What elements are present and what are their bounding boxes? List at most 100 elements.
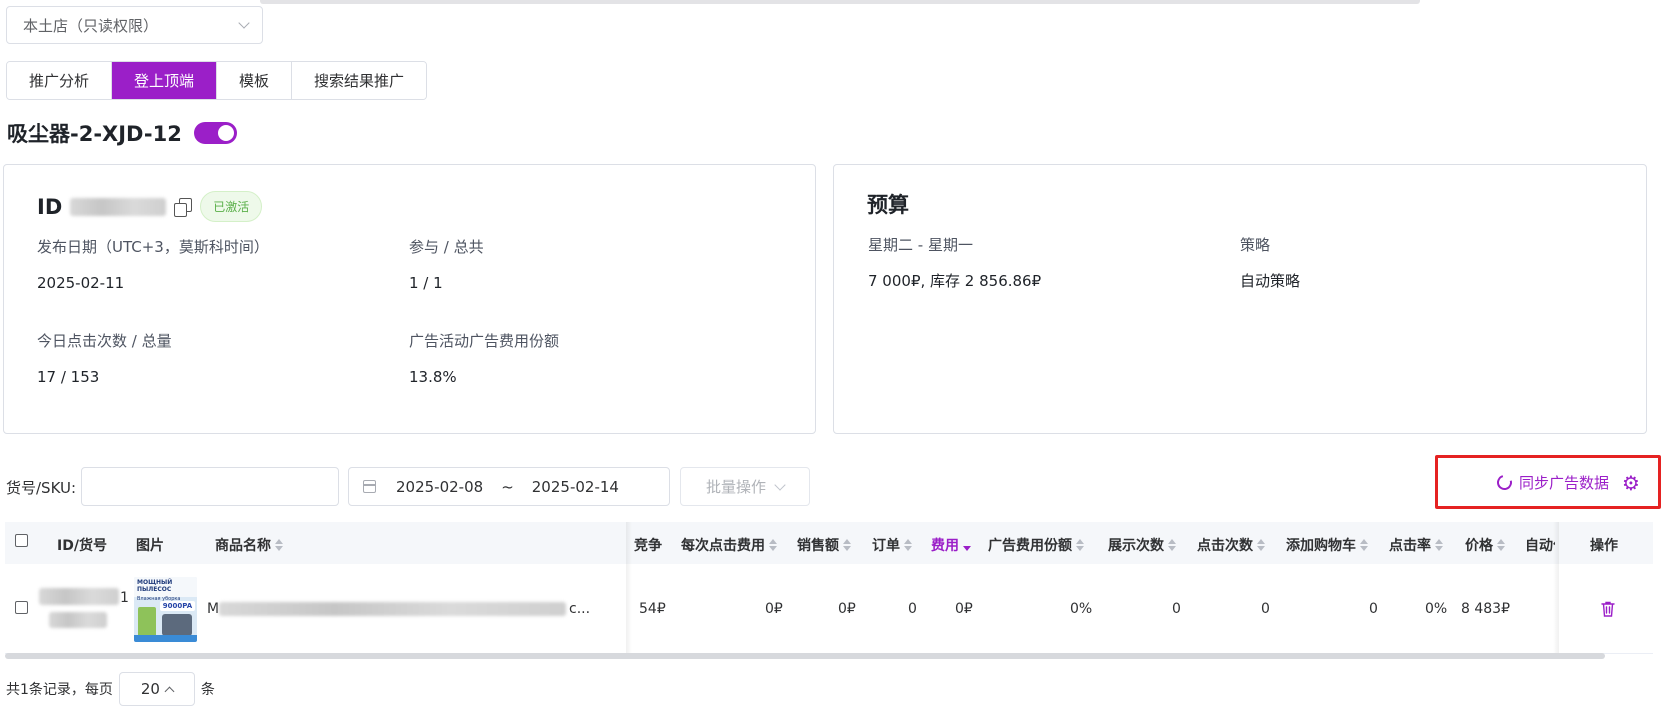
col-auto-label: 自动化 — [1525, 538, 1555, 554]
col-id-label: ID/货号 — [57, 538, 107, 554]
sort-icon[interactable] — [769, 539, 777, 551]
gear-icon[interactable]: ⚙ — [1622, 473, 1640, 493]
page-size-select[interactable]: 20 — [118, 672, 195, 706]
sync-ad-data-label: 同步广告数据 — [1519, 474, 1610, 492]
batch-actions-button[interactable]: 批量操作 — [680, 467, 810, 506]
page-size-value: 20 — [140, 680, 160, 698]
redacted-campaign-id — [70, 197, 167, 216]
clicks-value: 17 / 153 — [37, 368, 100, 386]
col-cost[interactable]: 费用 — [931, 535, 971, 555]
copy-icon[interactable] — [174, 197, 193, 217]
sort-icon[interactable] — [1497, 539, 1505, 551]
select-all-checkbox[interactable] — [15, 534, 28, 547]
col-impressions[interactable]: 展示次数 — [1108, 535, 1176, 555]
col-ctr[interactable]: 点击率 — [1389, 535, 1443, 555]
product-image-footer — [134, 635, 197, 642]
redacted-product-name — [219, 602, 566, 616]
campaign-info-card: ID 已激活 发布日期（UTC+3，莫斯科时间） 2025-02-11 参与 /… — [3, 164, 816, 434]
participation-label: 参与 / 总共 — [409, 238, 484, 256]
tab-top-placement[interactable]: 登上顶端 — [112, 62, 218, 99]
col-price-label: 价格 — [1465, 538, 1493, 554]
strategy-label: 策略 — [1240, 236, 1271, 254]
campaign-id-row: ID 已激活 — [37, 191, 263, 222]
batch-actions-label: 批量操作 — [705, 478, 766, 496]
col-image: 图片 — [136, 535, 164, 555]
table-horizontal-scrollbar[interactable] — [5, 653, 1605, 659]
top-scrollbar[interactable] — [260, 0, 1420, 4]
sort-icon[interactable] — [275, 539, 283, 551]
store-select[interactable]: 本土店（只读权限） — [6, 6, 263, 44]
cell-price: 8 483₽ — [1461, 601, 1510, 617]
campaign-title: 吸尘器-2-XJD-12 — [7, 122, 182, 146]
col-price[interactable]: 价格 — [1465, 535, 1505, 555]
sort-icon[interactable] — [904, 539, 912, 551]
col-name[interactable]: 商品名称 — [215, 535, 283, 555]
col-cpc-label: 每次点击费用 — [681, 538, 765, 554]
redacted-product-sku — [49, 612, 107, 628]
cell-add-to-cart: 0 — [1369, 601, 1378, 617]
delete-icon[interactable] — [1601, 601, 1615, 617]
product-image[interactable]: МОЩНЫЙ ПЫЛЕСОС Влажная уборка 9000PA — [134, 577, 197, 642]
sort-icon[interactable] — [1168, 539, 1176, 551]
sort-icon[interactable] — [843, 539, 851, 551]
ad-cost-share-value: 13.8% — [409, 368, 457, 386]
sort-icon[interactable] — [1435, 539, 1443, 551]
col-add-to-cart[interactable]: 添加购物车 — [1286, 535, 1368, 555]
row-checkbox[interactable] — [15, 601, 28, 614]
col-auto: 自动化 — [1525, 535, 1555, 555]
table-header: ID/货号 图片 商品名称 竞争 每次点击费用 销售额 订单 费用 广告费用份额… — [5, 522, 1653, 564]
fixed-columns-shadow-right — [1553, 522, 1559, 654]
products-table: ID/货号 图片 商品名称 竞争 每次点击费用 销售额 订单 费用 广告费用份额… — [5, 522, 1653, 662]
chevron-up-icon — [164, 686, 175, 696]
col-cpc[interactable]: 每次点击费用 — [681, 535, 777, 555]
sku-input[interactable] — [81, 467, 339, 506]
tab-templates[interactable]: 模板 — [217, 62, 293, 99]
product-name-suffix[interactable]: c... — [569, 601, 590, 617]
status-badge: 已激活 — [200, 191, 263, 222]
tab-search-promotion[interactable]: 搜索结果推广 — [292, 62, 427, 99]
product-image-feature-strip — [138, 607, 156, 637]
calendar-icon — [363, 480, 376, 493]
campaign-enable-toggle[interactable] — [193, 122, 237, 144]
pagination: 共1条记录，每页 20 条 — [6, 672, 215, 706]
publish-date-value: 2025-02-11 — [37, 274, 125, 292]
col-sales[interactable]: 销售额 — [797, 535, 851, 555]
cell-competition: 54₽ — [639, 601, 666, 617]
publish-date-label: 发布日期（UTC+3，莫斯科时间） — [37, 238, 269, 256]
product-name-prefix[interactable]: M — [207, 601, 219, 617]
col-actions-label: 操作 — [1590, 538, 1618, 554]
redacted-product-id — [39, 588, 119, 605]
product-image-badge: 9000PA — [160, 601, 195, 611]
strategy-value: 自动策略 — [1240, 272, 1301, 290]
col-cost-share[interactable]: 广告费用份额 — [988, 535, 1084, 555]
date-range-picker[interactable]: 2025-02-08 ~ 2025-02-14 — [348, 467, 670, 506]
col-orders[interactable]: 订单 — [872, 535, 912, 555]
cell-cpc: 0₽ — [765, 601, 783, 617]
date-to[interactable]: 2025-02-14 — [532, 478, 619, 496]
col-add-to-cart-label: 添加购物车 — [1286, 538, 1356, 554]
tab-promotion-analysis[interactable]: 推广分析 — [7, 62, 113, 99]
budget-period-label: 星期二 - 星期一 — [868, 236, 973, 254]
col-image-label: 图片 — [136, 538, 164, 554]
col-cost-share-label: 广告费用份额 — [988, 538, 1072, 554]
sort-icon[interactable] — [1360, 539, 1368, 551]
sort-icon[interactable] — [1076, 539, 1084, 551]
sync-ad-data-button[interactable]: 同步广告数据 ⚙ — [1494, 472, 1640, 493]
date-from[interactable]: 2025-02-08 — [396, 478, 483, 496]
sort-icon[interactable] — [1257, 539, 1265, 551]
cell-orders: 0 — [908, 601, 917, 617]
cell-clicks: 0 — [1261, 601, 1270, 617]
campaign-header: 吸尘器-2-XJD-12 — [7, 118, 237, 148]
ad-cost-share-label: 广告活动广告费用份额 — [409, 332, 560, 350]
col-cost-label: 费用 — [931, 538, 959, 554]
product-image-vacuum — [162, 614, 192, 636]
table-row: 1 МОЩНЫЙ ПЫЛЕСОС Влажная уборка 9000PA M… — [5, 564, 1653, 654]
col-id: ID/货号 — [57, 535, 107, 555]
cell-cost: 0₽ — [955, 601, 973, 617]
col-impressions-label: 展示次数 — [1108, 538, 1164, 554]
col-clicks[interactable]: 点击次数 — [1197, 535, 1265, 555]
total-records-text: 共1条记录，每页 — [6, 682, 113, 698]
refresh-icon — [1494, 472, 1515, 493]
col-competition: 竞争 — [634, 535, 662, 555]
sort-desc-icon[interactable] — [963, 539, 971, 551]
